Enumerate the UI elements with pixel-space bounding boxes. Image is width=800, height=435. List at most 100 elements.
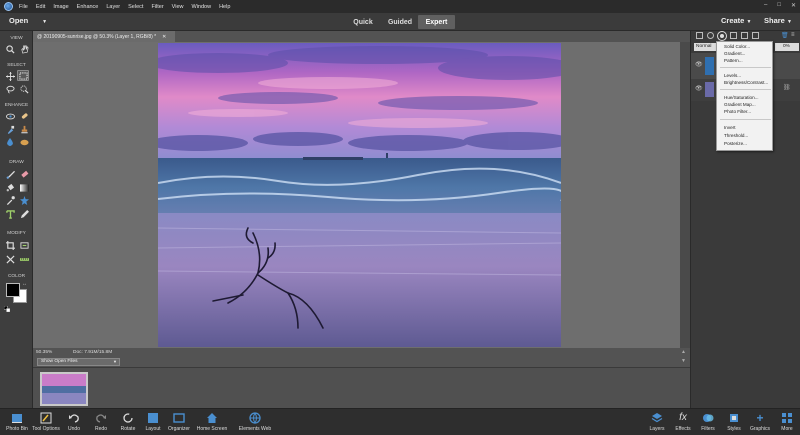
gradient-tool-icon[interactable] xyxy=(18,182,30,193)
photo-bin-button[interactable]: Photo Bin xyxy=(3,412,31,435)
scroll-down-icon[interactable]: ▼ xyxy=(681,358,686,364)
menu-item-threshold[interactable]: Threshold... xyxy=(724,133,748,138)
app-logo-icon xyxy=(4,2,13,11)
menu-enhance[interactable]: Enhance xyxy=(77,4,99,10)
visibility-eye-icon[interactable]: 👁 xyxy=(695,61,703,68)
custom-shape-icon[interactable] xyxy=(18,195,30,206)
minimize-icon[interactable]: – xyxy=(764,2,767,9)
default-colors-icon[interactable] xyxy=(3,299,11,313)
photo-thumbnail[interactable] xyxy=(40,372,88,406)
menu-file[interactable]: File xyxy=(19,4,28,10)
opacity-field[interactable]: 0% xyxy=(775,43,799,51)
smart-brush-icon[interactable] xyxy=(4,124,16,135)
marquee-tool-icon[interactable] xyxy=(17,70,29,81)
redo-button[interactable]: Redo xyxy=(93,412,109,435)
menu-item-levels[interactable]: Levels... xyxy=(724,73,741,78)
healing-brush-icon[interactable] xyxy=(18,111,30,122)
menu-window[interactable]: Window xyxy=(192,4,212,10)
quick-selection-tool-icon[interactable] xyxy=(18,84,30,95)
home-icon xyxy=(206,412,218,424)
clone-stamp-icon[interactable] xyxy=(18,124,30,135)
menu-item-hue-saturation[interactable]: Hue/Saturation... xyxy=(724,95,758,100)
menu-item-gradient-map[interactable]: Gradient Map... xyxy=(724,102,756,107)
panel-menu-icon[interactable]: ≡ xyxy=(791,32,795,38)
home-screen-button[interactable]: Home Screen xyxy=(195,412,229,435)
menu-item-solid-color[interactable]: Solid Color... xyxy=(724,44,750,49)
filters-button[interactable]: Filters xyxy=(700,412,716,435)
menu-help[interactable]: Help xyxy=(219,4,230,10)
menu-layer[interactable]: Layer xyxy=(106,4,120,10)
menu-select[interactable]: Select xyxy=(128,4,143,10)
crop-tool-icon[interactable] xyxy=(4,240,16,251)
share-button[interactable]: Share ▼ xyxy=(764,16,792,25)
document-tab[interactable]: @ 20190905-sunrise.jpg @ 50.3% (Layer 1,… xyxy=(33,31,175,42)
tool-options-button[interactable]: Tool Options xyxy=(31,412,61,435)
scroll-up-icon[interactable]: ▲ xyxy=(681,349,686,355)
eyedropper-icon[interactable] xyxy=(4,195,16,206)
layers-button[interactable]: Layers xyxy=(648,412,666,435)
blend-mode-select[interactable]: Normal xyxy=(694,43,716,51)
document-image[interactable] xyxy=(158,43,561,347)
foreground-color-swatch[interactable] xyxy=(6,283,20,297)
graphics-button[interactable]: + Graphics xyxy=(749,412,771,435)
menu-item-invert[interactable]: Invert xyxy=(724,125,736,130)
pencil-tool-icon[interactable] xyxy=(18,209,30,220)
filters-label: Filters xyxy=(701,426,715,432)
menu-edit[interactable]: Edit xyxy=(36,4,45,10)
mode-expert-tab[interactable]: Expert xyxy=(418,15,455,29)
layer-mask-icon[interactable] xyxy=(730,32,737,39)
chevron-down-icon: ▼ xyxy=(42,19,48,25)
menu-item-gradient[interactable]: Gradient... xyxy=(724,51,745,56)
menu-item-posterize[interactable]: Posterize... xyxy=(724,141,747,146)
trash-icon[interactable]: 🗑 xyxy=(781,32,789,39)
menu-item-brightness-contrast[interactable]: Brightness/Contrast... xyxy=(724,80,768,85)
open-button[interactable]: Open ▼ xyxy=(9,16,47,25)
elements-web-button[interactable]: Elements Web xyxy=(236,412,274,435)
rotate-button[interactable]: Rotate xyxy=(117,412,139,435)
brush-tool-icon[interactable] xyxy=(4,169,16,180)
eye-tool-icon[interactable] xyxy=(4,111,16,122)
styles-button[interactable]: Styles xyxy=(726,412,742,435)
vertical-scrollbar[interactable] xyxy=(680,42,690,348)
menu-item-pattern[interactable]: Pattern... xyxy=(724,58,743,63)
effects-button[interactable]: fx Effects xyxy=(674,412,692,435)
lasso-tool-icon[interactable] xyxy=(4,84,16,95)
new-group-icon[interactable] xyxy=(707,32,714,39)
more-button[interactable]: More xyxy=(779,412,795,435)
sponge-tool-icon[interactable] xyxy=(18,137,30,148)
section-color-label: COLOR xyxy=(7,274,26,279)
menu-filter[interactable]: Filter xyxy=(151,4,163,10)
create-button[interactable]: Create ▼ xyxy=(721,16,751,25)
mode-quick-tab[interactable]: Quick xyxy=(351,15,375,29)
type-tool-icon[interactable] xyxy=(4,209,16,220)
new-layer-icon[interactable] xyxy=(696,32,703,39)
move-tool-icon[interactable] xyxy=(4,71,16,82)
lock-all-icon[interactable] xyxy=(752,32,759,39)
adjustment-layer-icon[interactable] xyxy=(717,31,727,41)
undo-button[interactable]: Undo xyxy=(66,412,82,435)
content-aware-move-icon[interactable] xyxy=(4,254,16,265)
visibility-eye-icon[interactable]: 👁 xyxy=(695,85,703,92)
menu-separator xyxy=(720,89,771,90)
layout-button[interactable]: Layout xyxy=(143,412,163,435)
menu-item-photo-filter[interactable]: Photo Filter... xyxy=(724,109,751,114)
eraser-tool-icon[interactable] xyxy=(18,169,30,180)
recompose-tool-icon[interactable] xyxy=(18,240,30,251)
organizer-button[interactable]: Organizer xyxy=(167,412,191,435)
paint-bucket-icon[interactable] xyxy=(4,182,16,193)
photo-bin-label: Photo Bin xyxy=(6,426,28,432)
swap-colors-icon[interactable]: ↔ xyxy=(22,281,27,287)
close-icon[interactable]: ✕ xyxy=(791,2,796,9)
lock-icon[interactable] xyxy=(741,32,748,39)
menu-view[interactable]: View xyxy=(172,4,184,10)
zoom-tool-icon[interactable] xyxy=(4,44,16,55)
graphics-plus-icon: + xyxy=(756,411,764,425)
hand-tool-icon[interactable] xyxy=(18,44,30,55)
straighten-tool-icon[interactable] xyxy=(18,254,30,265)
mode-guided-tab[interactable]: Guided xyxy=(386,15,414,29)
show-open-files-dropdown[interactable]: Show Open Files ▼ xyxy=(37,358,120,366)
blur-tool-icon[interactable] xyxy=(4,137,16,148)
menu-image[interactable]: Image xyxy=(53,4,68,10)
close-tab-icon[interactable]: ✕ xyxy=(162,34,166,40)
maximize-icon[interactable]: □ xyxy=(777,2,781,9)
